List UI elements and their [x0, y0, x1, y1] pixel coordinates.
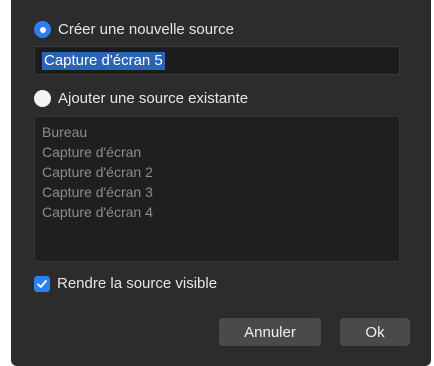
- source-name-value: Capture d'écran 5: [42, 52, 165, 70]
- list-item[interactable]: Capture d'écran 3: [35, 182, 399, 202]
- new-source-label: Créer une nouvelle source: [58, 21, 234, 38]
- list-item[interactable]: Capture d'écran 2: [35, 162, 399, 182]
- ok-button[interactable]: Ok: [340, 318, 410, 346]
- cancel-button[interactable]: Annuler: [219, 318, 321, 346]
- existing-source-label: Ajouter une source existante: [58, 90, 249, 107]
- source-name-input[interactable]: Capture d'écran 5: [34, 46, 400, 75]
- visible-checkbox[interactable]: [34, 275, 50, 292]
- list-item[interactable]: Capture d'écran: [35, 142, 399, 162]
- visible-option[interactable]: Rendre la source visible: [34, 275, 217, 292]
- list-item[interactable]: Bureau: [35, 122, 399, 142]
- add-source-dialog: Créer une nouvelle source Capture d'écra…: [11, 0, 431, 366]
- new-source-option[interactable]: Créer une nouvelle source: [34, 21, 234, 38]
- new-source-radio[interactable]: [34, 21, 51, 38]
- list-item[interactable]: Capture d'écran 4: [35, 202, 399, 222]
- existing-source-option[interactable]: Ajouter une source existante: [34, 90, 248, 107]
- existing-source-list[interactable]: Bureau Capture d'écran Capture d'écran 2…: [34, 116, 400, 262]
- visible-label: Rendre la source visible: [57, 275, 218, 292]
- checkmark-icon: [37, 279, 47, 288]
- existing-source-radio[interactable]: [34, 90, 51, 107]
